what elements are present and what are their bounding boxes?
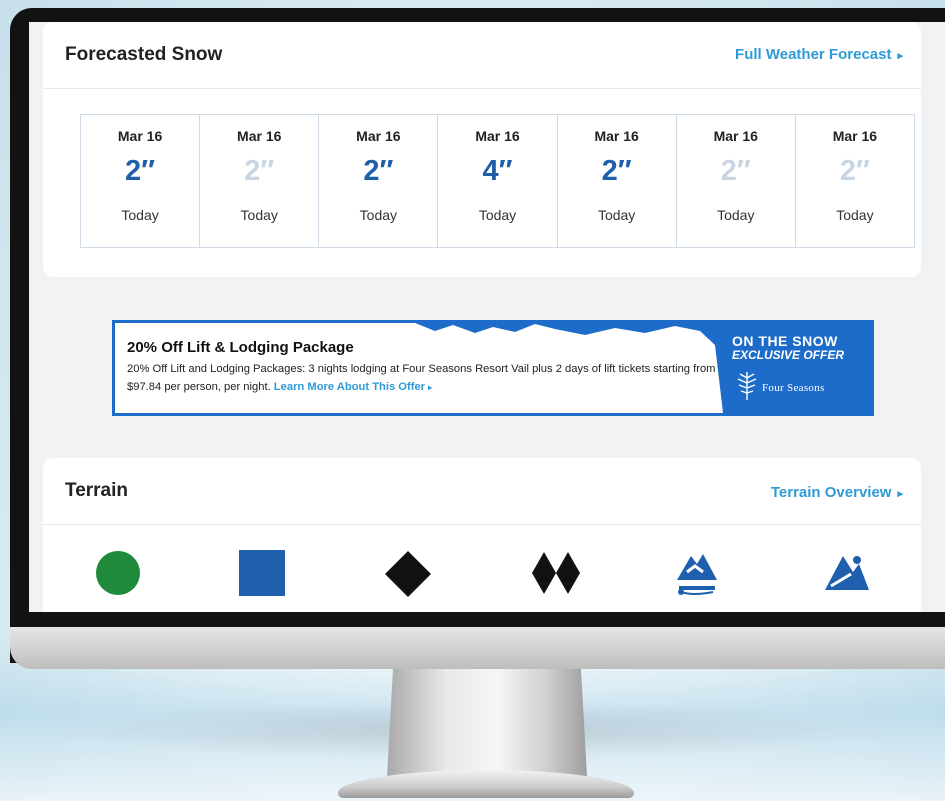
- forecast-date: Mar 16: [713, 128, 758, 144]
- chevron-right-icon: ▸: [897, 50, 903, 62]
- forecast-label: Today: [478, 207, 517, 223]
- forecast-amount: 2″: [125, 155, 156, 187]
- terrain-overview-link[interactable]: Terrain Overview ▸: [771, 484, 903, 501]
- forecast-date: Mar 16: [594, 128, 639, 144]
- divider: [43, 524, 921, 525]
- forecast-date: Mar 16: [475, 128, 520, 144]
- terrain-title: Terrain: [65, 480, 129, 501]
- full-weather-forecast-label: Full Weather Forecast: [735, 46, 892, 63]
- monitor-chin: [10, 627, 945, 669]
- offer-description: 20% Off Lift and Lodging Packages: 3 nig…: [127, 360, 727, 397]
- four-seasons-logo: Four Seasons: [762, 382, 825, 394]
- terrain-card: Terrain Terrain Overview ▸: [43, 458, 921, 612]
- forecast-date: Mar 16: [832, 128, 878, 144]
- forecast-amount: 2″: [244, 155, 275, 187]
- forecast-date: Mar 16: [117, 128, 163, 144]
- learn-more-label: Learn More About This Offer: [273, 381, 426, 393]
- terrain-overview-label: Terrain Overview: [770, 484, 892, 501]
- forecast-amount: 2″: [720, 155, 751, 187]
- black-diamond-icon: [385, 551, 431, 597]
- four-seasons-tree-icon: [737, 372, 757, 400]
- blue-square-icon: [239, 550, 285, 596]
- forecast-day: Mar 16 4″ Today: [438, 115, 558, 247]
- forecast-day: Mar 16 2″ Today: [81, 115, 201, 247]
- forecast-amount: 2″: [601, 155, 632, 187]
- forecast-label: Today: [717, 207, 755, 223]
- monitor-stand-neck: [387, 669, 587, 777]
- forecast-label: Today: [597, 207, 636, 223]
- forecast-day: Mar 16 2″ Today: [200, 115, 320, 247]
- green-circle-icon: [96, 551, 140, 595]
- divider: [43, 88, 921, 89]
- forecast-day: Mar 16 2″ Today: [319, 115, 439, 247]
- offer-title: 20% Off Lift & Lodging Package: [127, 339, 354, 356]
- learn-more-link[interactable]: Learn More About This Offer ▸: [274, 381, 432, 393]
- exclusive-offer-text: EXCLUSIVE OFFER: [732, 348, 845, 362]
- chevron-right-icon: ▸: [428, 383, 433, 392]
- forecast-date: Mar 16: [237, 128, 282, 144]
- forecast-strip: Mar 16 2″ Today Mar 16 2″ Today Mar 16 2…: [80, 114, 915, 248]
- onthesnow-brand: ON THE SNOW: [732, 333, 838, 349]
- monitor-screen: Forecasted Snow Full Weather Forecast ▸ M…: [29, 22, 945, 612]
- forecast-amount: 2″: [839, 155, 870, 187]
- forecasted-snow-card: Forecasted Snow Full Weather Forecast ▸ M…: [43, 22, 921, 277]
- forecast-day: Mar 16 2″ Today: [558, 115, 677, 247]
- offer-banner[interactable]: 20% Off Lift & Lodging Package 20% Off L…: [112, 320, 874, 416]
- forecast-amount: 2″: [363, 155, 394, 187]
- full-weather-forecast-link[interactable]: Full Weather Forecast ▸: [735, 46, 903, 63]
- forecast-label: Today: [121, 207, 159, 223]
- forecast-day: Mar 16 2″ Today: [677, 115, 796, 247]
- chevron-right-icon: ▸: [897, 488, 903, 500]
- forecast-label: Today: [359, 207, 398, 223]
- forecast-label: Today: [240, 207, 278, 223]
- forecast-date: Mar 16: [356, 128, 401, 144]
- forecast-title: Forecasted Snow: [65, 44, 223, 65]
- backcountry-icon: [825, 556, 869, 590]
- double-black-diamond-icon: [532, 552, 580, 594]
- forecast-amount: 4″: [482, 155, 513, 187]
- terrain-park-icon: [677, 554, 717, 595]
- forecast-label: Today: [836, 207, 874, 223]
- forecast-day: Mar 16 2″ Today: [796, 115, 914, 247]
